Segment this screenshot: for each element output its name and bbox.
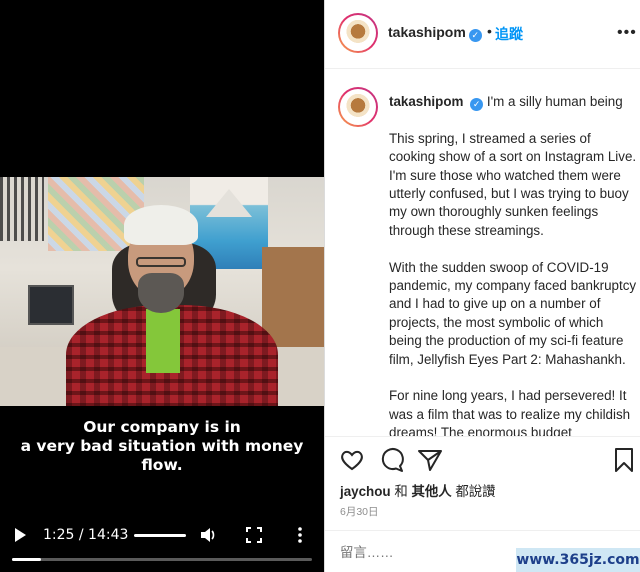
avatar[interactable] xyxy=(338,13,378,53)
likes-and: 和 xyxy=(394,484,408,499)
verified-badge-icon: ✓ xyxy=(468,29,482,42)
post-actions xyxy=(325,436,640,484)
header-separator: • xyxy=(487,23,492,39)
video-frame[interactable] xyxy=(0,177,324,406)
video-progress-fill xyxy=(12,558,42,561)
video-progress-bar[interactable] xyxy=(12,558,312,561)
comment-input[interactable] xyxy=(340,545,520,560)
likes-others-link[interactable]: 其他人 xyxy=(411,484,451,499)
post-date[interactable]: 6月30日 xyxy=(340,504,379,519)
likes-suffix: 都說讚 xyxy=(455,484,496,499)
video-time: 1:25 / 14:43 xyxy=(43,527,129,543)
site-watermark: www.365jz.com xyxy=(516,548,640,572)
comment-icon[interactable] xyxy=(379,447,405,473)
post-panel: takashipom ✓ • 追蹤 ••• takashipom ✓ I'm a … xyxy=(324,0,640,572)
video-controls: 1:25 / 14:43 xyxy=(0,520,324,550)
caption-paragraph-2: With the sudden swoop of COVID-19 pandem… xyxy=(389,259,637,367)
wall-artwork-left xyxy=(0,177,44,241)
likes-summary: jaychou 和 其他人 都說讚 xyxy=(340,480,496,500)
caption-avatar[interactable] xyxy=(338,87,378,127)
verified-badge-icon: ✓ xyxy=(470,98,484,111)
header-username[interactable]: takashipom xyxy=(388,24,466,40)
caption-username[interactable]: takashipom xyxy=(389,94,463,109)
more-horizontal-icon[interactable]: ••• xyxy=(617,24,637,42)
volume-icon[interactable] xyxy=(199,526,217,544)
subtitle-line-2: a very bad situation with money flow. xyxy=(20,437,304,474)
caption-first-line: I'm a silly human being xyxy=(486,94,623,109)
instagram-post-modal: Our company is in a very bad situation w… xyxy=(0,0,640,572)
bookmark-icon[interactable] xyxy=(611,447,637,473)
fullscreen-icon[interactable] xyxy=(246,527,262,543)
post-header: takashipom ✓ • 追蹤 ••• xyxy=(325,0,640,69)
caption-paragraph-3: For nine long years, I had persevered! I… xyxy=(389,388,631,436)
caption-text: takashipom ✓ I'm a silly human being Thi… xyxy=(389,93,637,436)
share-icon[interactable] xyxy=(417,447,443,473)
person-beard xyxy=(138,273,184,313)
more-vertical-icon[interactable] xyxy=(292,526,308,544)
background-monitor xyxy=(28,285,74,325)
person-glasses xyxy=(136,257,186,267)
play-icon[interactable] xyxy=(15,528,26,542)
caption-paragraph-1: This spring, I streamed a series of cook… xyxy=(389,130,637,238)
liker-username[interactable]: jaychou xyxy=(340,484,391,499)
subtitle-line-1: Our company is in xyxy=(83,418,241,436)
caption-scroll-area[interactable]: takashipom ✓ I'm a silly human being Thi… xyxy=(325,69,640,436)
person-green-shirt xyxy=(146,309,180,373)
video-player[interactable]: Our company is in a very bad situation w… xyxy=(0,0,324,572)
person-knit-hat xyxy=(124,205,198,245)
header-username-group: takashipom ✓ xyxy=(388,24,482,42)
volume-slider[interactable] xyxy=(134,534,186,537)
video-subtitle: Our company is in a very bad situation w… xyxy=(0,418,324,475)
follow-button[interactable]: 追蹤 xyxy=(495,24,523,44)
heart-icon[interactable] xyxy=(339,447,365,473)
